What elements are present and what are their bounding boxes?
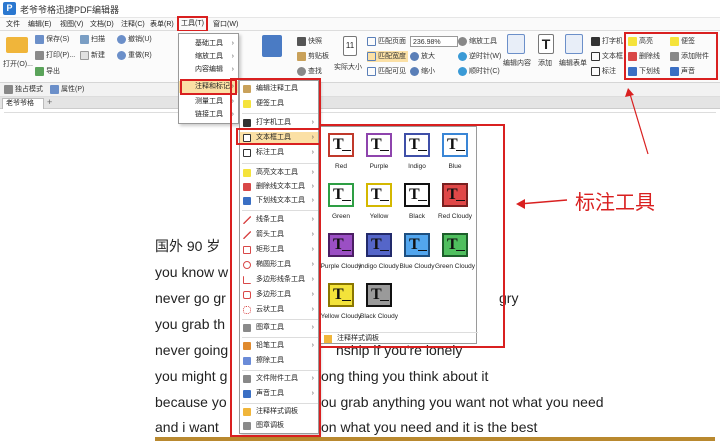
ribbon-arrow-line [629,93,649,155]
callout-arrow-line [518,199,568,205]
app-window: P 老爷爷格迅捷PDF编辑器 文件 编辑(E) 视图(V) 文档(D) 注释(C… [0,0,720,447]
annotation-arrows [516,88,649,209]
callout-arrowhead [516,199,525,209]
annotation-tools-callout-text: 标注工具 [575,190,655,214]
ribbon-arrowhead [625,88,634,97]
